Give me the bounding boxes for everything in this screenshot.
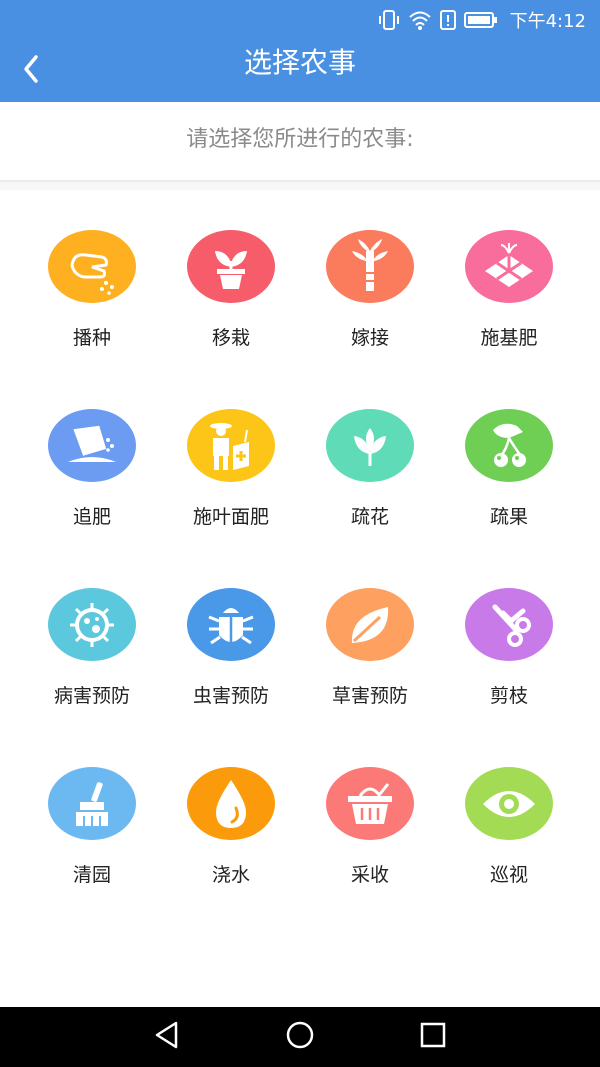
task-flower-thinning[interactable]: 疏花 <box>300 369 440 529</box>
task-fruit-thinning[interactable]: 疏果 <box>439 369 579 529</box>
circle-home-icon <box>285 1020 315 1054</box>
task-label: 嫁接 <box>350 327 389 349</box>
task-sowing[interactable]: 播种 <box>22 190 162 350</box>
sowing-hand-icon <box>48 230 136 303</box>
wifi-icon <box>408 9 432 31</box>
battery-icon <box>463 11 498 29</box>
task-label: 施叶面肥 <box>192 506 269 528</box>
status-icons: 下午4:12 <box>378 8 586 32</box>
task-base-fertilizer[interactable]: 施基肥 <box>439 190 579 350</box>
task-transplant[interactable]: 移栽 <box>161 190 301 350</box>
fertilizer-field-icon <box>465 230 553 303</box>
square-recents-icon <box>418 1020 448 1054</box>
navigation-bar <box>0 1007 600 1067</box>
potted-plant-icon <box>187 230 275 303</box>
page-title: 选择农事 <box>243 46 356 79</box>
nav-back-button[interactable] <box>127 1007 207 1067</box>
app-bar: 选择农事 <box>0 40 600 102</box>
task-label: 巡视 <box>489 864 528 886</box>
status-bar: 下午4:12 <box>0 0 600 40</box>
divider <box>0 182 600 190</box>
leaf-icon <box>326 588 414 661</box>
task-orchard-cleaning[interactable]: 清园 <box>22 727 162 887</box>
virus-icon <box>48 588 136 661</box>
task-patrol[interactable]: 巡视 <box>439 727 579 887</box>
basket-icon <box>326 767 414 840</box>
task-label: 疏果 <box>489 506 528 528</box>
task-label: 移栽 <box>211 327 250 349</box>
triangle-back-icon <box>152 1020 182 1054</box>
task-label: 采收 <box>350 864 389 886</box>
task-label: 虫害预防 <box>192 685 269 707</box>
task-grafting[interactable]: 嫁接 <box>300 190 440 350</box>
task-harvest[interactable]: 采收 <box>300 727 440 887</box>
eye-icon <box>465 767 553 840</box>
task-label: 草害预防 <box>331 685 408 707</box>
broom-icon <box>48 767 136 840</box>
grafting-icon <box>326 230 414 303</box>
cherry-icon <box>465 409 553 482</box>
task-label: 浇水 <box>211 864 250 886</box>
farmer-icon <box>187 409 275 482</box>
scissors-icon <box>465 588 553 661</box>
task-label: 剪枝 <box>489 685 528 707</box>
vibrate-icon <box>378 9 400 31</box>
task-foliar-fertilizer[interactable]: 施叶面肥 <box>161 369 301 529</box>
task-label: 追肥 <box>72 506 111 528</box>
task-label: 播种 <box>72 327 111 349</box>
fertilizer-bag-icon <box>48 409 136 482</box>
nav-home-button[interactable] <box>260 1007 340 1067</box>
nav-recents-button[interactable] <box>393 1007 473 1067</box>
prompt-text: 请选择您所进行的农事: <box>186 127 414 152</box>
task-label: 疏花 <box>350 506 389 528</box>
flower-icon <box>326 409 414 482</box>
water-drop-icon <box>187 767 275 840</box>
prompt-box: 请选择您所进行的农事: <box>0 102 600 182</box>
bug-icon <box>187 588 275 661</box>
task-disease-prevention[interactable]: 病害预防 <box>22 548 162 708</box>
task-label: 施基肥 <box>480 327 538 349</box>
alert-icon <box>439 9 456 31</box>
task-weed-prevention[interactable]: 草害预防 <box>300 548 440 708</box>
task-label: 病害预防 <box>53 685 130 707</box>
task-topdressing[interactable]: 追肥 <box>22 369 162 529</box>
task-pruning[interactable]: 剪枝 <box>439 548 579 708</box>
task-pest-prevention[interactable]: 虫害预防 <box>161 548 301 708</box>
task-watering[interactable]: 浇水 <box>161 727 301 887</box>
status-time: 下午4:12 <box>509 11 586 32</box>
task-label: 清园 <box>72 864 111 886</box>
